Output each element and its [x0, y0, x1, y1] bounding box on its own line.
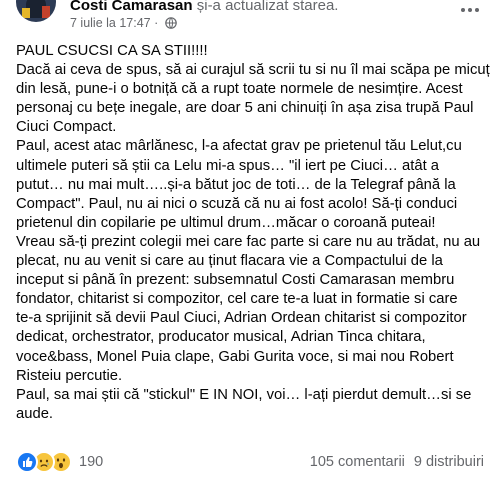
post-timestamp[interactable]: 7 iulie la 17:47 — [70, 16, 151, 30]
reactions-summary[interactable]: 190 — [16, 451, 103, 473]
shares-count-link[interactable]: 9 distribuiri — [414, 454, 484, 470]
post-footer: 190 105 comentarii 9 distribuiri — [0, 451, 500, 477]
post-text-line: Dacă ai ceva de spus, să ai curajul să s… — [16, 62, 490, 79]
author-action: și-a actualizat starea. — [196, 0, 339, 14]
avatar[interactable] — [16, 0, 56, 22]
post-text-line: fondator, chitarist si compozitor, cel c… — [16, 291, 458, 308]
post-text-line: dedicat, orchestrator, producator musica… — [16, 329, 426, 346]
post-text-line: Ciuci Compact. — [16, 119, 117, 136]
post-text-line: PAUL CSUCSI CA SA STII!!!! — [16, 43, 208, 59]
post-text-line: aude. — [16, 405, 54, 422]
globe-icon — [164, 17, 177, 32]
post-text-line: Paul, acest atac mârlănesc, l-a afectat … — [16, 138, 462, 155]
engagement-stats: 105 comentarii 9 distribuiri — [310, 452, 484, 472]
author-line: Costi Camarasan și-a actualizat starea. — [70, 0, 338, 14]
post-text-line: ultimele puteri să știi ca Lelu mi-a spu… — [16, 157, 440, 174]
post-meta: 7 iulie la 17:47 · — [70, 16, 177, 32]
more-options-icon[interactable] — [456, 2, 484, 18]
post-text-line: plecat, nu au venit si care au ținut fla… — [16, 253, 443, 270]
post-text-line: personaj cu bețe inegale, are doar 5 ani… — [16, 100, 474, 117]
post-text-line: Risteiu percutie. — [16, 367, 123, 384]
post-text-line: din lesă, pune-i o botniță că a rupt toa… — [16, 81, 463, 98]
reaction-count[interactable]: 190 — [79, 454, 103, 470]
post-text-line: Compact". Paul, nu ai nici o scuză că nu… — [16, 195, 458, 212]
post-text-line: putut… nu mai mult…..și-a bătut joc de t… — [16, 176, 456, 193]
post-text-line: prietenul din copilarie pe ultimul drum…… — [16, 214, 436, 231]
comments-count-link[interactable]: 105 comentarii — [310, 454, 405, 470]
author-name[interactable]: Costi Camarasan — [70, 0, 193, 14]
post-text-line: te-a sprijinit să devii Paul Ciuci, Adri… — [16, 310, 467, 327]
post-text-line: Paul, sa mai știi că "stickul" E IN NOI,… — [16, 386, 472, 403]
like-icon — [16, 451, 38, 473]
post-body: PAUL CSUCSI CA SA STII!!!! Dacă ai ceva … — [16, 42, 490, 424]
post-text-line: inceput si până în prezent: subsemnatul … — [16, 272, 455, 289]
post-text-line: Vreau să-ți prezint colegii mei care fac… — [16, 233, 481, 250]
post-text-line: voce&bass, Monel Puia clape, Gabi Gurita… — [16, 348, 454, 365]
post-header: Costi Camarasan și-a actualizat starea. … — [0, 0, 500, 34]
